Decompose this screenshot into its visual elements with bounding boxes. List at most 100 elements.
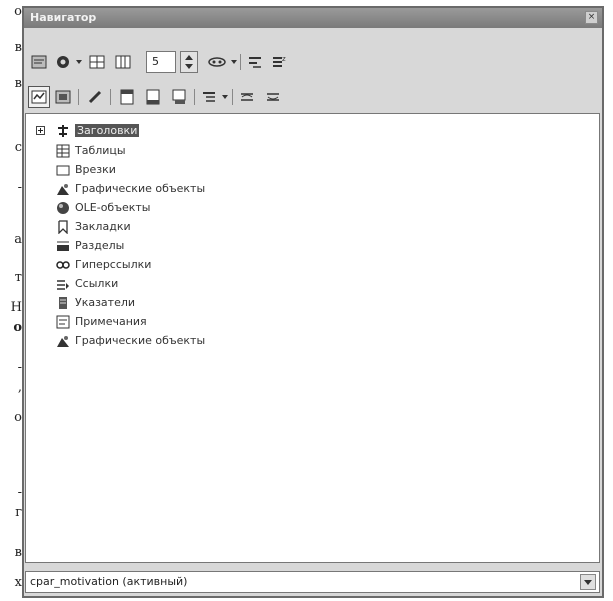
anchor-icon: [172, 89, 186, 104]
tree-item-sections[interactable]: Разделы: [56, 236, 124, 255]
background-text: о: [14, 410, 22, 425]
background-text: а: [14, 232, 22, 247]
chevron-down-icon[interactable]: [231, 60, 237, 64]
background-text: -: [17, 180, 22, 195]
toolbar-separator: [78, 89, 79, 105]
drag-mode-button-2[interactable]: [198, 86, 220, 108]
tree-item-drawing-objects[interactable]: Графические объекты: [56, 331, 205, 350]
close-button[interactable]: ×: [585, 11, 598, 24]
references-icon: [56, 277, 70, 291]
toolbar-separator: [194, 89, 195, 105]
background-document: о в в с - а т Н о - , о - г в х: [0, 0, 22, 601]
headings-icon: [56, 124, 70, 138]
expand-icon[interactable]: [36, 126, 45, 135]
move-up-icon: [241, 93, 253, 101]
chevron-down-icon[interactable]: [580, 574, 596, 590]
background-text: в: [14, 40, 22, 55]
background-text: т: [14, 270, 22, 285]
bookmarks-icon: [56, 219, 70, 234]
spin-up-icon[interactable]: [185, 55, 193, 60]
drag-mode-button[interactable]: [206, 51, 228, 73]
tables-icon: [56, 144, 70, 158]
tree-item-tables[interactable]: Таблицы: [56, 141, 126, 160]
previous-button[interactable]: [86, 51, 108, 73]
background-text: с: [14, 140, 22, 155]
frames-icon: [56, 163, 70, 177]
toolbar-separator: [110, 89, 111, 105]
toolbar-separator: [240, 54, 241, 70]
tree-item-label: Заголовки: [75, 124, 140, 137]
previous-icon: [89, 55, 105, 69]
tree-item-hyperlinks[interactable]: Гиперссылки: [56, 255, 151, 274]
tree-item-label: Гиперссылки: [75, 258, 152, 271]
background-text: ,: [17, 380, 22, 395]
move-down-button[interactable]: [262, 86, 284, 108]
heading-level-spinner[interactable]: [180, 51, 198, 73]
tree-item-label: Указатели: [75, 296, 136, 309]
navigation-icon: [57, 56, 69, 68]
move-up-button[interactable]: [236, 86, 258, 108]
tree-item-references[interactable]: Ссылки: [56, 274, 118, 293]
next-button[interactable]: [112, 51, 134, 73]
navigation-button[interactable]: [52, 51, 74, 73]
tree-item-label: OLE-объекты: [75, 201, 151, 214]
background-text: о: [14, 4, 22, 19]
set-reminder-button[interactable]: [52, 86, 74, 108]
drawing-objects-icon: [56, 334, 70, 348]
tree-item-graphics[interactable]: Графические объекты: [56, 179, 205, 198]
toolbar-primary: 5 z: [24, 48, 602, 76]
tree-item-label: Ссылки: [75, 277, 119, 290]
tree-item-ole-objects[interactable]: OLE-объекты: [56, 198, 151, 217]
toolbar-separator: [232, 89, 233, 105]
anchor-button[interactable]: [168, 86, 190, 108]
graphics-icon: [56, 182, 70, 196]
list-box-icon: [31, 90, 47, 104]
tree-item-bookmarks[interactable]: Закладки: [56, 217, 131, 236]
tree-item-comments[interactable]: Примечания: [56, 312, 147, 331]
footer-icon: [146, 89, 160, 105]
header-icon: [120, 89, 134, 105]
content-view-button[interactable]: [28, 51, 50, 73]
window-title: Навигатор: [30, 11, 97, 24]
background-text: о: [13, 320, 22, 335]
background-text: г: [15, 505, 22, 520]
tree-item-label: Графические объекты: [75, 182, 206, 195]
navigator-window: Навигатор × 5 z Заголовки Таблицы Врезки…: [22, 6, 604, 598]
spin-down-icon[interactable]: [185, 64, 193, 69]
chevron-down-icon[interactable]: [222, 95, 228, 99]
set-reminder-icon: [55, 90, 71, 104]
tree-item-label: Графические объекты: [75, 334, 206, 347]
background-text: Н: [10, 300, 22, 315]
move-down-icon: [267, 93, 279, 101]
background-text: в: [14, 545, 22, 560]
next-icon: [115, 55, 131, 69]
heading-level-input[interactable]: 5: [146, 51, 176, 73]
chevron-down-icon[interactable]: [76, 60, 82, 64]
header-button[interactable]: [116, 86, 138, 108]
promote-level-icon: [249, 57, 261, 68]
tree-item-label: Закладки: [75, 220, 131, 233]
tree-item-frames[interactable]: Врезки: [56, 160, 116, 179]
sections-icon: [56, 239, 70, 253]
demote-level-button[interactable]: z: [268, 51, 290, 73]
background-text: х: [14, 575, 22, 590]
tree-item-label: Примечания: [75, 315, 147, 328]
footer-button[interactable]: [142, 86, 164, 108]
tree-item-headings[interactable]: Заголовки: [56, 121, 140, 140]
hyperlinks-icon: [56, 258, 70, 272]
pencil-icon: [88, 90, 102, 104]
navigator-tree[interactable]: Заголовки Таблицы Врезки Графические объ…: [25, 113, 600, 563]
content-view-icon: [31, 55, 47, 69]
list-box-button[interactable]: [28, 86, 50, 108]
edit-button[interactable]: [84, 86, 106, 108]
outline-icon: [203, 92, 215, 102]
demote-level-icon: z: [273, 55, 286, 67]
svg-text:z: z: [282, 55, 286, 63]
promote-level-button[interactable]: [244, 51, 266, 73]
tree-item-label: Разделы: [75, 239, 125, 252]
indexes-icon: [56, 296, 70, 310]
tree-item-indexes[interactable]: Указатели: [56, 293, 135, 312]
title-bar[interactable]: Навигатор ×: [24, 8, 602, 28]
comments-icon: [56, 315, 70, 329]
document-select[interactable]: cpar_motivation (активный): [25, 571, 600, 593]
